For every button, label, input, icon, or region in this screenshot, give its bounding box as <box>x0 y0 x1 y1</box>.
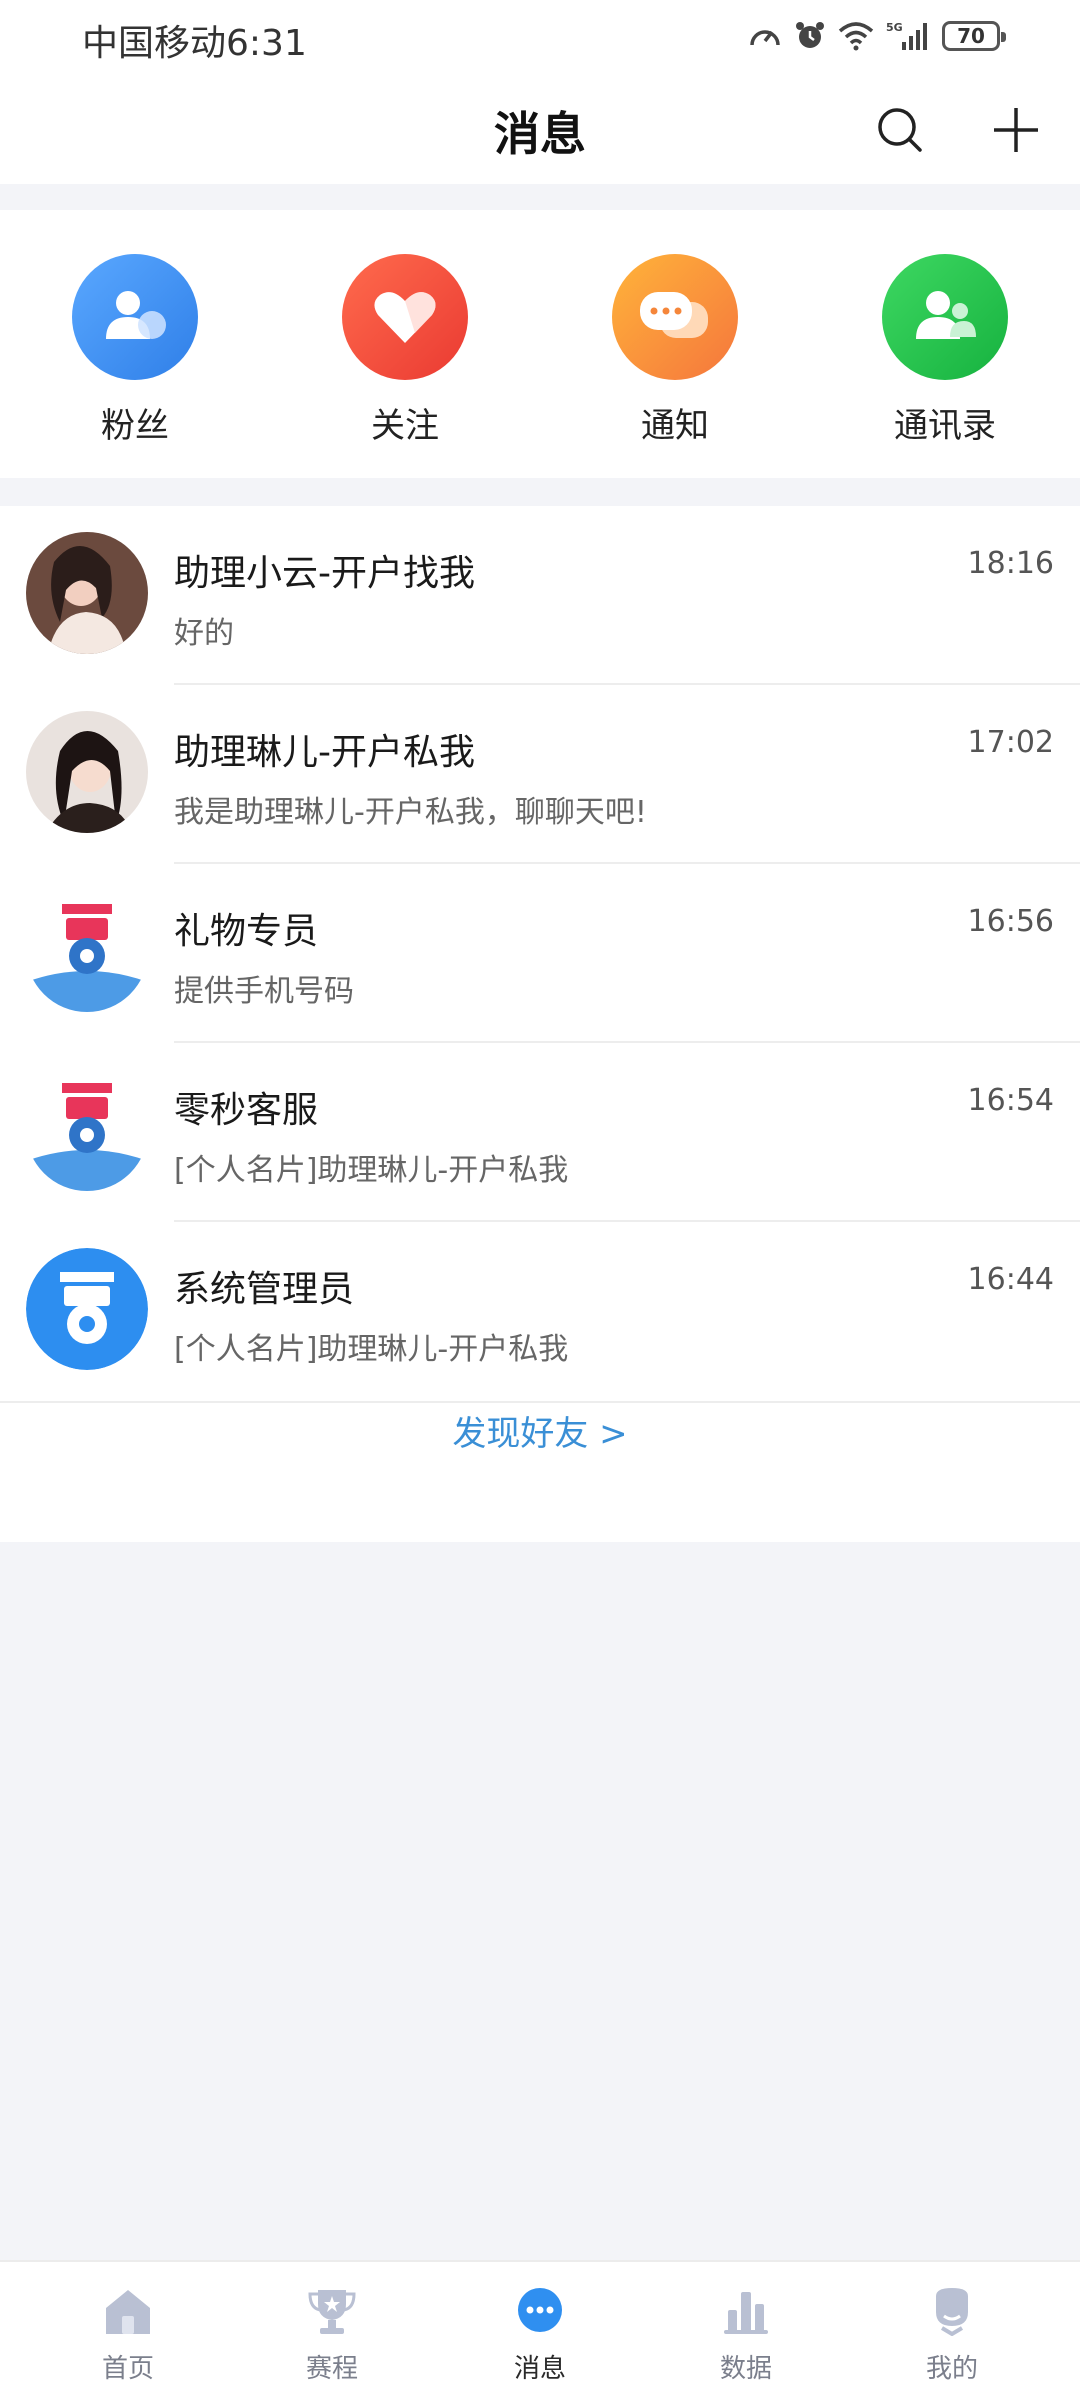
5g-signal-icon: 5G <box>886 21 927 50</box>
quick-action-follow[interactable]: 关注 <box>315 254 495 447</box>
conversation-name: 助理小云-开户找我 <box>174 553 475 594</box>
nav-home[interactable]: 首页 <box>48 2286 208 2385</box>
conversation-row[interactable]: 助理琳儿-开户私我 17:02 我是助理琳儿-开户私我，聊聊天吧! <box>0 685 1080 864</box>
nav-label: 我的 <box>925 2354 978 2384</box>
nav-label: 数据 <box>719 2354 772 2384</box>
plus-icon[interactable] <box>988 102 1044 158</box>
home-icon <box>106 2290 150 2334</box>
bottom-nav: 首页 赛程 消息 数据 我的 <box>0 2260 1080 2400</box>
battery-level: 70 <box>957 24 985 48</box>
heart-icon <box>342 254 468 380</box>
nav-data[interactable]: 数据 <box>666 2286 826 2385</box>
conversation-name: 助理琳儿-开户私我 <box>174 732 475 773</box>
conversation-preview: [个人名片]助理琳儿-开户私我 <box>174 1332 569 1367</box>
conversation-time: 18:16 <box>967 546 1054 581</box>
wifi-icon <box>838 22 874 51</box>
nav-profile[interactable]: 我的 <box>872 2286 1032 2385</box>
conversation-time: 16:44 <box>967 1262 1054 1297</box>
status-bar: 中国移动6:31 5G 70 <box>0 0 1080 72</box>
nav-schedule[interactable]: 赛程 <box>252 2286 412 2385</box>
search-icon[interactable] <box>872 102 928 158</box>
system-admin-avatar <box>26 1248 148 1370</box>
fans-icon <box>72 254 198 380</box>
quick-action-label: 通知 <box>641 406 709 446</box>
conversation-row[interactable]: 助理小云-开户找我 18:16 好的 <box>0 506 1080 685</box>
conversation-time: 16:56 <box>967 904 1054 939</box>
app-logo-avatar <box>26 890 148 1012</box>
status-icons: 5G 70 <box>748 18 1006 54</box>
conversation-name: 零秒客服 <box>174 1090 319 1131</box>
conversation-name: 系统管理员 <box>174 1269 355 1310</box>
avatar <box>26 532 148 654</box>
quick-actions: 粉丝 关注 通知 通讯录 <box>0 210 1080 478</box>
svg-text:5G: 5G <box>886 21 903 34</box>
find-friends-link[interactable]: 发现好友 > <box>0 1406 1080 1455</box>
conversation-name: 礼物专员 <box>174 911 319 952</box>
conversation-row[interactable]: 零秒客服 16:54 [个人名片]助理琳儿-开户私我 <box>0 1043 1080 1222</box>
quick-action-label: 关注 <box>371 406 439 446</box>
app-logo-avatar <box>26 1069 148 1191</box>
conversation-preview: 我是助理琳儿-开户私我，聊聊天吧! <box>174 795 647 830</box>
trophy-icon <box>308 2290 356 2334</box>
conversation-preview: 好的 <box>174 616 234 651</box>
chat-bubble-icon <box>612 254 738 380</box>
conversation-preview: 提供手机号码 <box>174 974 354 1009</box>
quick-action-notify[interactable]: 通知 <box>585 254 765 447</box>
profile-icon <box>936 2288 968 2337</box>
nav-label: 首页 <box>101 2354 154 2384</box>
message-icon <box>518 2288 562 2332</box>
nav-label: 赛程 <box>305 2354 358 2384</box>
quick-action-label: 通讯录 <box>894 406 996 446</box>
quick-action-fans[interactable]: 粉丝 <box>45 254 225 447</box>
conversation-preview: [个人名片]助理琳儿-开户私我 <box>174 1153 569 1188</box>
divider <box>0 1401 1080 1403</box>
speed-icon <box>750 30 780 46</box>
conversation-time: 16:54 <box>967 1083 1054 1118</box>
battery-icon: 70 <box>942 21 1006 51</box>
nav-label: 消息 <box>513 2354 566 2384</box>
header: 消息 <box>0 72 1080 184</box>
status-carrier-time: 中国移动6:31 <box>82 23 307 64</box>
stats-icon <box>724 2292 768 2334</box>
conversation-row[interactable]: 礼物专员 16:56 提供手机号码 <box>0 864 1080 1043</box>
alarm-icon <box>796 22 824 48</box>
quick-action-contacts[interactable]: 通讯录 <box>855 254 1035 447</box>
conversation-list: 助理小云-开户找我 18:16 好的 助理琳儿-开户私我 17:02 我是助理琳… <box>0 506 1080 1542</box>
contacts-icon <box>882 254 1008 380</box>
nav-messages[interactable]: 消息 <box>460 2286 620 2385</box>
avatar <box>26 711 148 833</box>
conversation-time: 17:02 <box>967 725 1054 760</box>
quick-action-label: 粉丝 <box>101 406 169 446</box>
conversation-row[interactable]: 系统管理员 16:44 [个人名片]助理琳儿-开户私我 <box>0 1222 1080 1401</box>
